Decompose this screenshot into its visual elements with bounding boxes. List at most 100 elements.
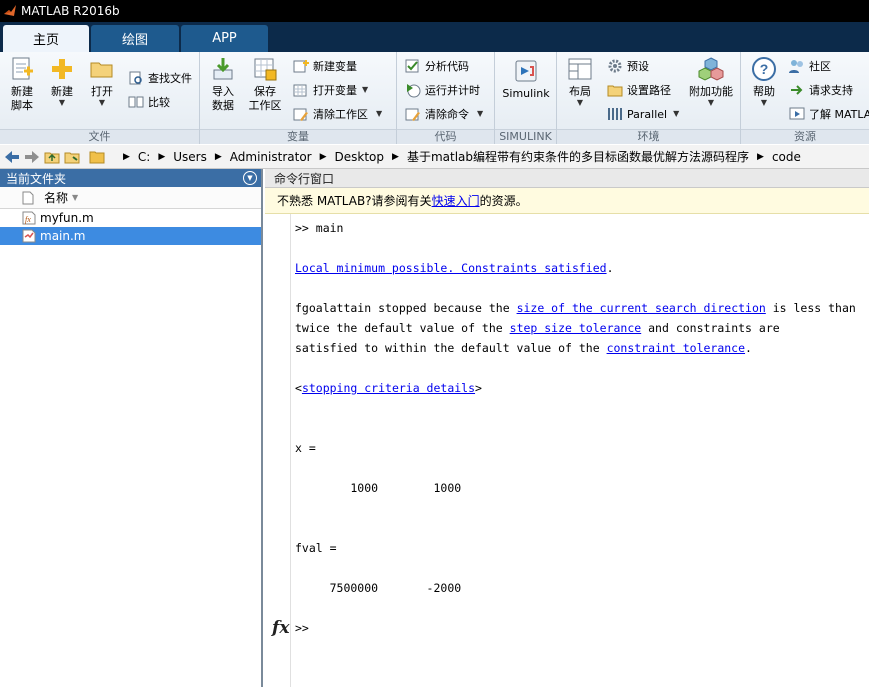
step-size-tolerance-link[interactable]: step size tolerance — [510, 321, 642, 335]
file-row-myfun[interactable]: fx myfun.m — [0, 209, 261, 227]
search-direction-link[interactable]: size of the current search direction — [517, 301, 766, 315]
getting-started-link[interactable]: 快速入门 — [432, 192, 480, 209]
clear-commands-label: 清除命令 — [425, 108, 469, 121]
chevron-down-icon: ▼ — [576, 98, 584, 107]
function-browser-icon[interactable]: fx — [272, 618, 289, 638]
address-bar: ▶ C: ▶ Users ▶ Administrator ▶ Desktop ▶… — [0, 145, 869, 169]
command-prompt[interactable]: >> — [295, 618, 309, 638]
help-icon: ? — [752, 57, 776, 81]
preferences-button[interactable]: 预设 — [607, 56, 649, 76]
breadcrumb-separator-icon: ▶ — [392, 151, 399, 162]
current-folder-panel: 当前文件夹 ▼ 名称 ▼ fx myfun.m main.m — [0, 169, 263, 687]
bracket-open: < — [295, 381, 302, 395]
title-bar: MATLAB R2016b — [0, 0, 869, 22]
save-workspace-label: 保存 工作区 — [248, 85, 282, 112]
group-code-label: 代码 — [397, 129, 494, 144]
breadcrumb-desktop[interactable]: Desktop — [335, 150, 385, 164]
group-variable-label: 变量 — [200, 129, 396, 144]
constraint-tolerance-link[interactable]: constraint tolerance — [607, 341, 745, 355]
command-window: 命令行窗口 不熟悉 MATLAB?请参阅有关 快速入门 的资源。 fx >> mai… — [265, 169, 869, 687]
chevron-down-icon: ▼ — [477, 109, 484, 118]
layout-label: 布局 — [569, 85, 591, 98]
ribbon-tabs: 主页 绘图 APP — [0, 22, 869, 52]
parallel-button[interactable]: Parallel ▼ — [607, 104, 679, 124]
file-row-main[interactable]: main.m — [0, 227, 261, 245]
addons-button[interactable]: 附加功能 ▼ — [687, 56, 735, 107]
chevron-down-icon: ▼ — [376, 109, 383, 118]
support-icon — [791, 85, 803, 95]
breadcrumb-users[interactable]: Users — [173, 150, 207, 164]
tab-plots[interactable]: 绘图 — [91, 25, 179, 52]
support-label: 请求支持 — [809, 84, 853, 97]
new-variable-icon — [293, 60, 309, 73]
group-code: 分析代码 运行并计时 清除命令 ▼ 代码 — [397, 52, 495, 144]
tab-home[interactable]: 主页 — [3, 25, 89, 52]
new-script-button[interactable]: 新建 脚本 — [6, 56, 38, 113]
open-variable-icon — [293, 84, 307, 97]
browse-folder-icon[interactable] — [63, 148, 80, 165]
file-column-icon — [22, 191, 34, 204]
message-text: twice the default value of the — [295, 321, 510, 335]
current-folder-header: 当前文件夹 ▼ — [0, 169, 261, 187]
chevron-down-icon: ▼ — [673, 109, 680, 118]
addons-label: 附加功能 — [689, 85, 733, 98]
notice-suffix: 的资源。 — [479, 194, 528, 208]
compare-button[interactable]: 比较 — [128, 92, 170, 112]
layout-button[interactable]: 布局 ▼ — [565, 56, 595, 107]
clear-workspace-button[interactable]: 清除工作区 ▼ — [293, 104, 382, 124]
clear-commands-button[interactable]: 清除命令 ▼ — [405, 104, 483, 124]
svg-text:fx: fx — [25, 215, 31, 224]
breadcrumb-project[interactable]: 基于matlab编程带有约束条件的多目标函数最优解方法源码程序 — [407, 148, 749, 165]
import-data-label: 导入 数据 — [212, 85, 234, 112]
set-path-button[interactable]: 设置路径 — [607, 80, 671, 100]
chevron-down-icon: ▼ — [58, 98, 66, 107]
tab-apps[interactable]: APP — [181, 25, 268, 52]
stopping-criteria-line: <stopping criteria details> — [295, 378, 482, 398]
bracket-close: > — [475, 381, 482, 395]
breadcrumb-code[interactable]: code — [772, 150, 801, 164]
message-text: fgoalattain stopped because the — [295, 301, 517, 315]
help-button[interactable]: ? 帮助 ▼ — [749, 56, 779, 107]
compare-icon — [128, 96, 144, 108]
analyze-code-button[interactable]: 分析代码 — [405, 56, 469, 76]
chevron-down-icon: ▼ — [362, 85, 369, 94]
name-column-header[interactable]: 名称 ▼ — [0, 187, 261, 209]
breadcrumb-separator-icon: ▶ — [214, 151, 222, 162]
open-button[interactable]: 打开 ▼ — [86, 56, 118, 107]
breadcrumb-separator-icon: ▶ — [123, 151, 130, 162]
save-workspace-icon — [254, 58, 277, 81]
find-files-button[interactable]: 查找文件 — [128, 68, 192, 88]
save-workspace-button[interactable]: 保存 工作区 — [246, 56, 284, 113]
group-resources-label: 资源 — [741, 129, 869, 144]
folder-icon — [88, 148, 105, 165]
back-icon[interactable] — [3, 148, 20, 165]
learn-matlab-button[interactable]: 了解 MATLAB — [789, 104, 869, 124]
breadcrumb-drive[interactable]: C: — [138, 150, 150, 164]
new-variable-button[interactable]: 新建变量 — [293, 56, 357, 76]
breadcrumb-separator-icon: ▶ — [757, 151, 764, 162]
import-data-button[interactable]: 导入 数据 — [208, 56, 238, 113]
run-and-time-button[interactable]: 运行并计时 — [405, 80, 480, 100]
run-and-time-label: 运行并计时 — [425, 84, 480, 97]
open-label: 打开 — [91, 85, 113, 98]
panel-menu-icon[interactable]: ▼ — [243, 171, 257, 185]
learn-icon — [789, 107, 805, 120]
analyze-code-label: 分析代码 — [425, 60, 469, 73]
community-button[interactable]: 社区 — [789, 56, 831, 76]
group-simulink: Simulink SIMULINK — [495, 52, 557, 144]
simulink-button[interactable]: Simulink — [501, 58, 551, 101]
local-minimum-period: . — [606, 261, 614, 275]
forward-icon[interactable] — [23, 148, 40, 165]
open-variable-button[interactable]: 打开变量 ▼ — [293, 80, 368, 100]
gear-icon — [608, 59, 622, 73]
message-text: and constraints are — [641, 321, 780, 335]
stopping-criteria-link[interactable]: stopping criteria details — [302, 381, 475, 395]
group-resources: ? 帮助 ▼ 社区 请求支持 了解 MATLAB 资源 — [741, 52, 869, 144]
up-folder-icon[interactable] — [43, 148, 60, 165]
local-minimum-link[interactable]: Local minimum possible. Constraints sati… — [295, 261, 607, 275]
breadcrumb-administrator[interactable]: Administrator — [230, 150, 312, 164]
run-and-time-icon — [407, 84, 421, 98]
community-icon — [789, 60, 803, 73]
new-button[interactable]: 新建 ▼ — [46, 56, 78, 107]
support-button[interactable]: 请求支持 — [789, 80, 853, 100]
